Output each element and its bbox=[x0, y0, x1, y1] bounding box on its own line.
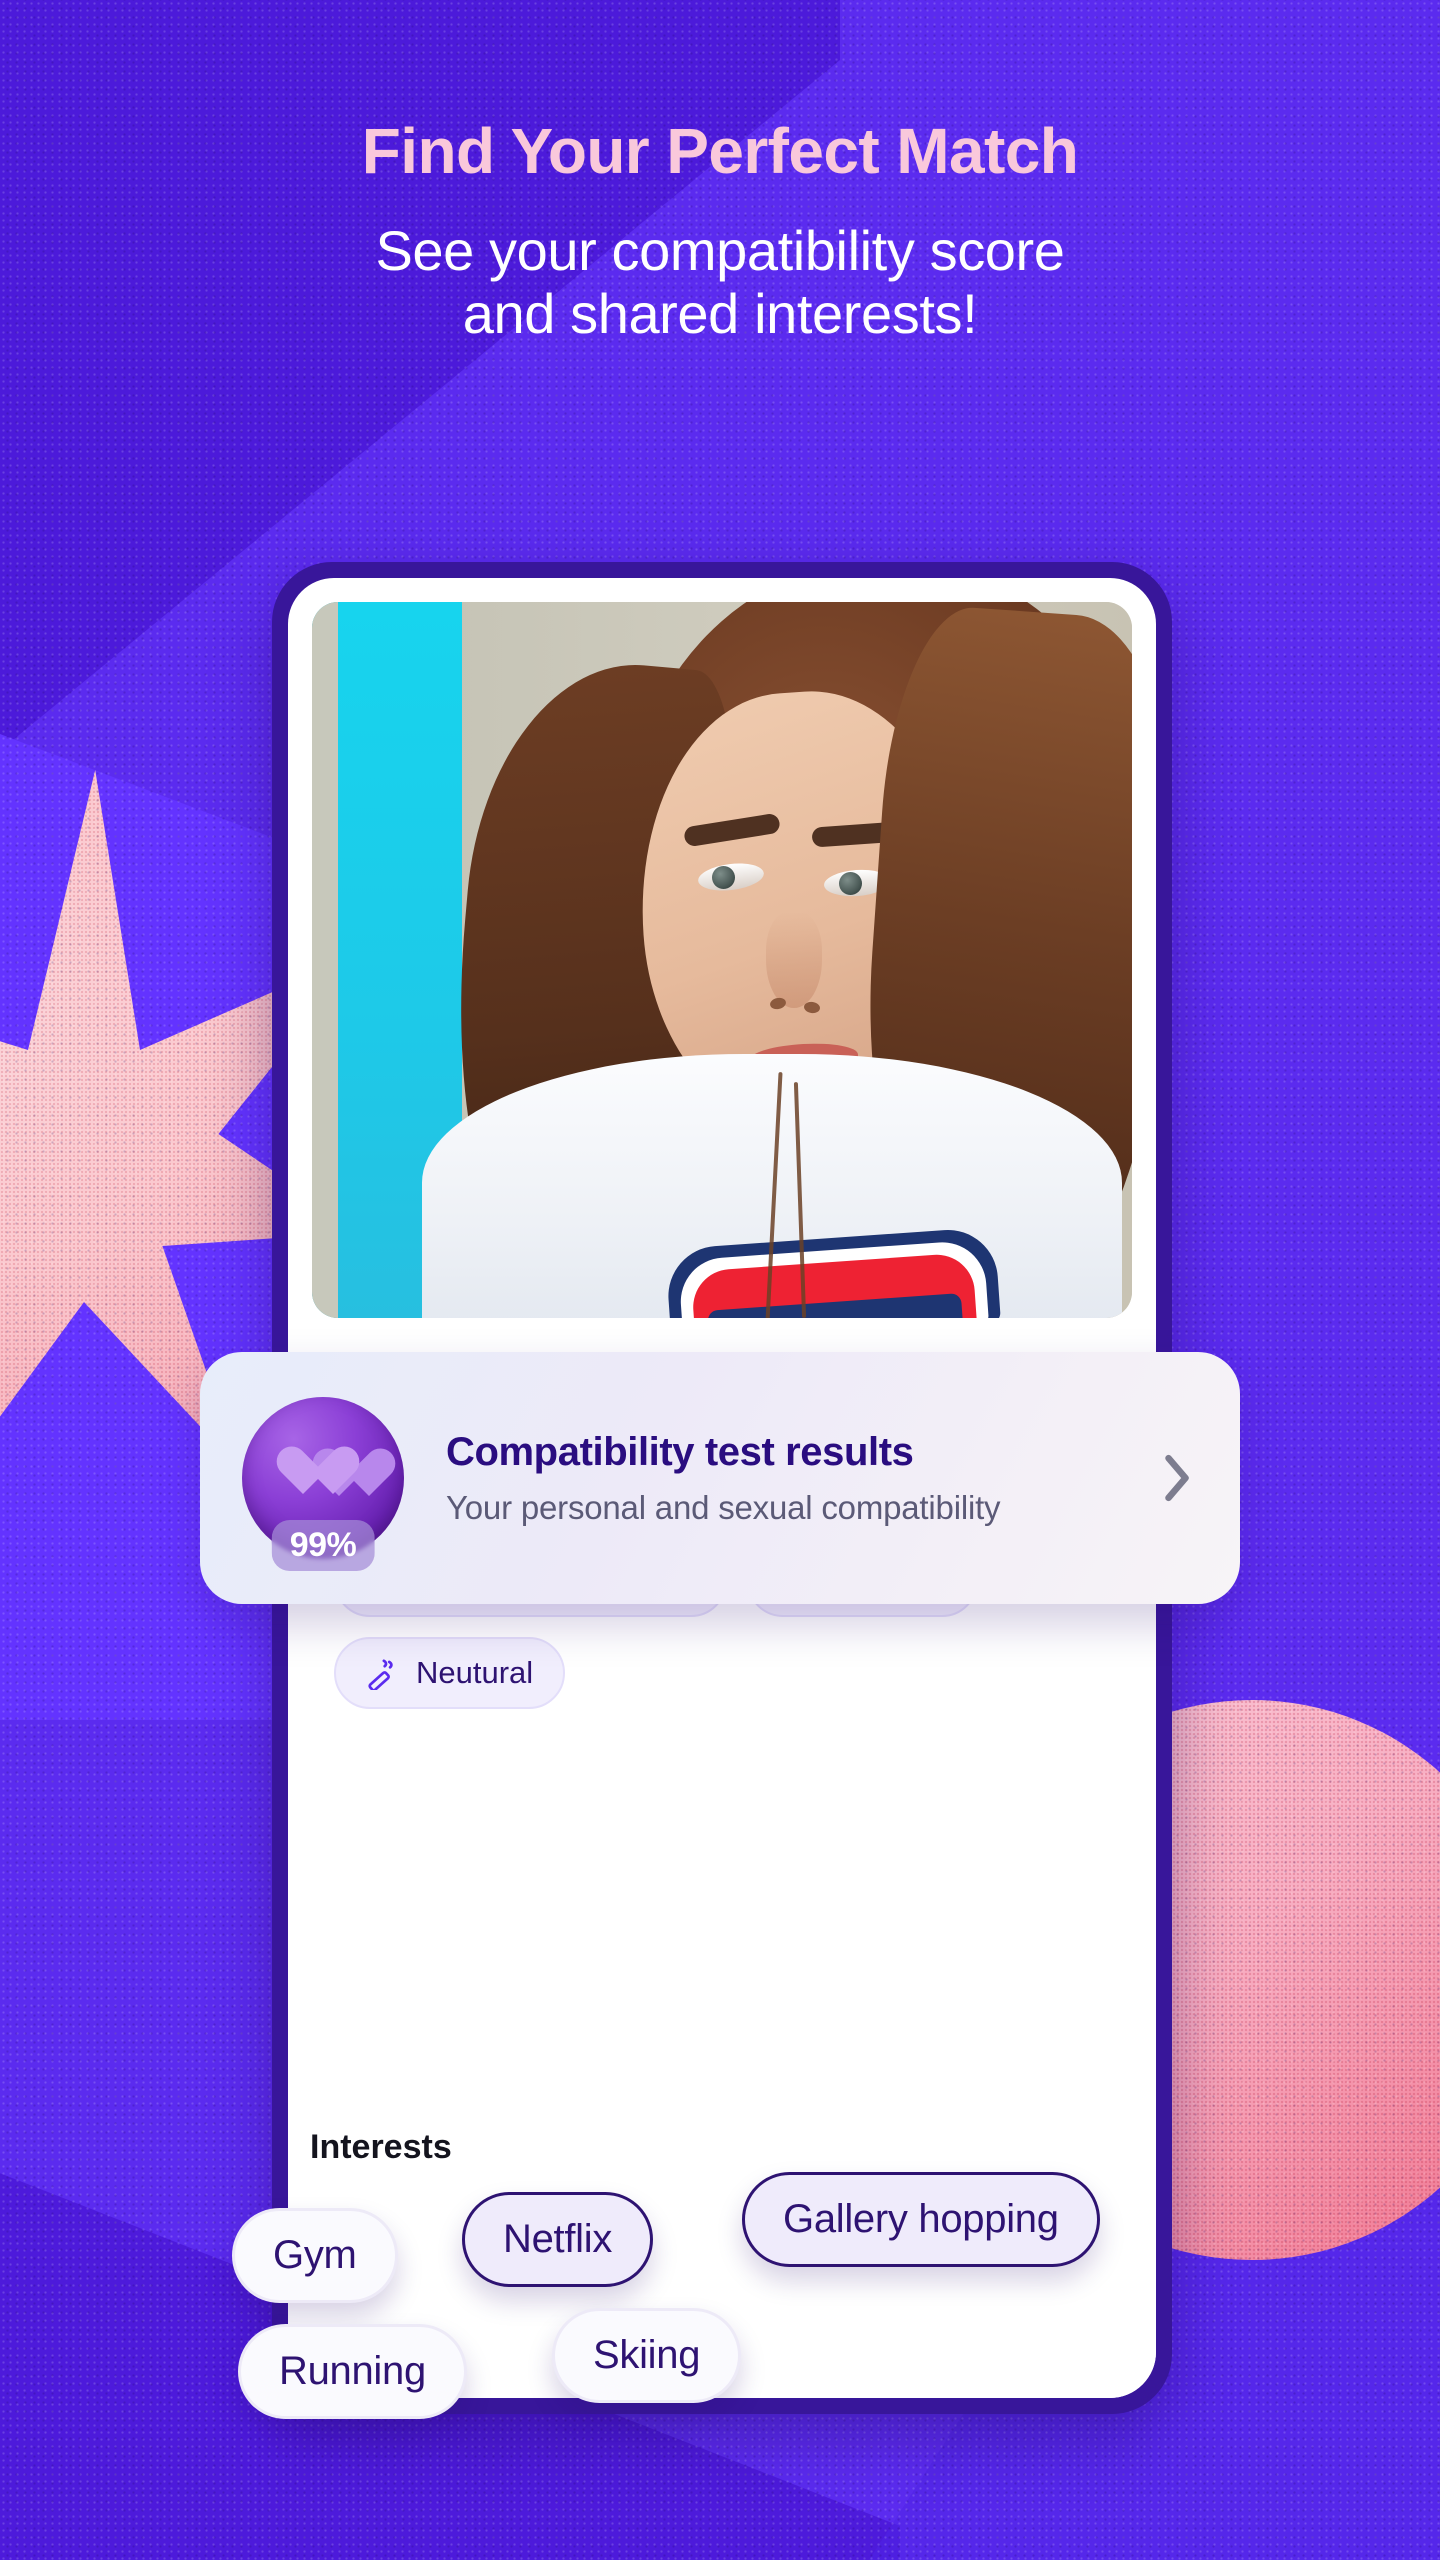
two-hearts-icon bbox=[275, 1446, 371, 1510]
compatibility-title: Compatibility test results bbox=[446, 1429, 914, 1474]
interests-section: Interests Gym Netflix Gallery hopping Ru… bbox=[0, 2112, 1440, 2560]
photo-tshirt-logo-navy bbox=[707, 1293, 964, 1318]
photo-tshirt-logo bbox=[665, 1226, 1001, 1318]
compatibility-avatar: 99% bbox=[242, 1397, 404, 1571]
interest-chip-gallery-hopping[interactable]: Gallery hopping bbox=[742, 2172, 1100, 2267]
photo-tshirt-logo-red bbox=[690, 1252, 978, 1318]
hero-subheadline-line-2: and shared interests! bbox=[462, 281, 978, 345]
photo-iris-left bbox=[712, 866, 735, 889]
chevron-right-icon[interactable] bbox=[1160, 1448, 1194, 1508]
cigarette-icon bbox=[366, 1656, 400, 1690]
hero-subheadline-line-1: See your compatibility score bbox=[375, 218, 1065, 282]
compatibility-text: Compatibility test results Your personal… bbox=[446, 1430, 1160, 1527]
photo-tshirt-logo-white bbox=[677, 1239, 989, 1318]
hero-subheadline: See your compatibility score and shared … bbox=[0, 218, 1440, 345]
interest-chip-skiing[interactable]: Skiing bbox=[552, 2308, 742, 2403]
profile-photo bbox=[312, 602, 1132, 1318]
hero-headline: Find Your Perfect Match bbox=[361, 115, 1079, 187]
info-chip-label: Neutural bbox=[416, 1655, 534, 1690]
interests-section-title: Interests bbox=[310, 2128, 452, 2166]
info-chip-smoking[interactable]: Neutural bbox=[334, 1637, 566, 1709]
heart-front bbox=[275, 1448, 333, 1502]
interest-chip-running[interactable]: Running bbox=[238, 2324, 467, 2419]
compatibility-card[interactable]: 99% Compatibility test results Your pers… bbox=[200, 1352, 1240, 1604]
hero-header: Find Your Perfect Match See your compati… bbox=[0, 0, 1440, 345]
compatibility-score-badge: 99% bbox=[271, 1520, 375, 1571]
photo-iris-right bbox=[839, 872, 862, 895]
interest-chip-gym[interactable]: Gym bbox=[232, 2208, 398, 2303]
compatibility-subtitle: Your personal and sexual compatibility bbox=[446, 1488, 1001, 1526]
photo-nose bbox=[766, 912, 822, 1008]
interest-chip-netflix[interactable]: Netflix bbox=[462, 2192, 654, 2287]
